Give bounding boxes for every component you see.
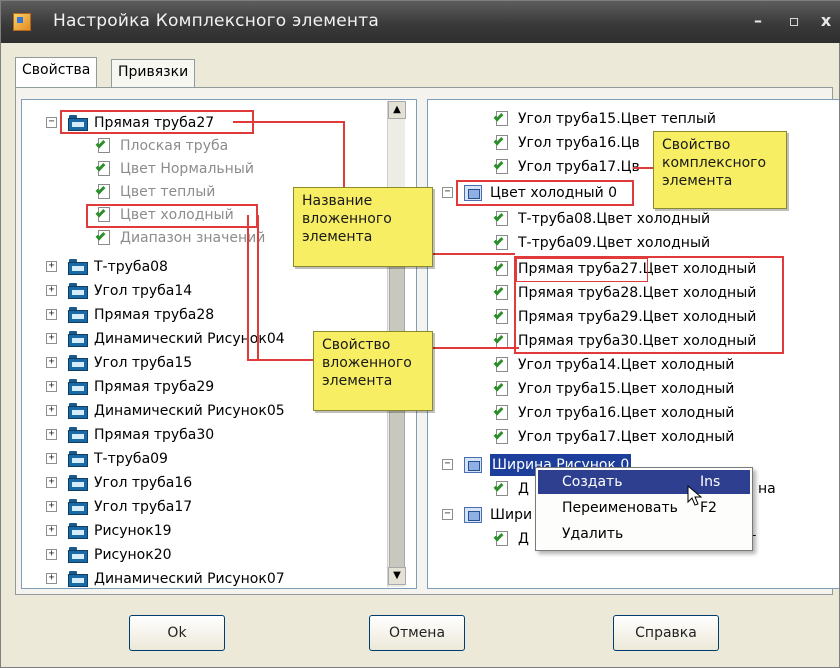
property-icon [493,285,510,301]
collapse-icon[interactable]: − [46,117,57,128]
property-icon [493,111,510,127]
callout-nested-property: Свойство вложенного элемента [313,331,433,411]
folder-icon [68,307,88,323]
scroll-thumb[interactable] [389,255,405,585]
folder-icon [68,451,88,467]
property-icon [493,309,510,325]
expand-icon[interactable]: + [46,357,57,368]
maximize-icon[interactable]: ▫ [781,9,807,33]
property-icon [493,481,510,497]
close-icon[interactable]: x [813,9,839,33]
property-icon [493,381,510,397]
connector-line [343,121,345,187]
connector-line [633,167,655,169]
menu-item-delete[interactable]: Удалить [538,522,750,546]
collapse-icon[interactable]: − [442,459,453,470]
property-icon [493,429,510,445]
group-icon [464,507,482,523]
property-icon [493,159,510,175]
expand-icon[interactable]: + [46,381,57,392]
callout-nested-name: Название вложенного элемента [293,187,433,267]
highlight-box [456,180,634,206]
property-icon [493,211,510,227]
expand-icon[interactable]: + [46,261,57,272]
property-icon [95,138,112,154]
help-button[interactable]: Справка [613,615,719,651]
tab-bindings[interactable]: Привязки [111,59,196,87]
connector-line [433,347,519,349]
ok-button[interactable]: Ok [129,615,225,651]
folder-icon [68,523,88,539]
property-icon [493,235,510,251]
highlight-box [86,204,258,228]
folder-icon [68,283,88,299]
minimize-icon[interactable]: – [745,9,771,33]
menu-item-create[interactable]: Создать Ins [538,470,750,494]
property-icon [95,184,112,200]
app-icon [13,13,31,31]
property-icon [493,405,510,421]
property-icon [493,357,510,373]
folder-icon [68,403,88,419]
expand-icon[interactable]: + [46,573,57,584]
highlight-box [516,258,648,282]
folder-icon [68,547,88,563]
context-menu: Создать Ins Переименовать F2 Удалить [535,467,753,551]
tab-properties[interactable]: Свойства [15,57,98,87]
scroll-down-icon[interactable]: ▼ [388,567,406,585]
expand-icon[interactable]: + [46,285,57,296]
expand-icon[interactable]: + [46,309,57,320]
folder-icon [68,499,88,515]
collapse-icon[interactable]: − [442,509,453,520]
group-icon [464,457,482,473]
folder-icon [68,475,88,491]
expand-icon[interactable]: + [46,501,57,512]
connector-line [247,359,313,361]
window-title: Настройка Комплексного элемента [53,11,379,31]
callout-complex-property: Свойство комплексного элемента [653,131,787,209]
title-bar[interactable]: Настройка Комплексного элемента – ▫ x [1,1,840,43]
property-icon [493,531,510,547]
menu-item-rename[interactable]: Переименовать F2 [538,496,750,520]
scroll-up-icon[interactable]: ▲ [388,101,406,119]
connector-line [257,215,259,359]
folder-icon [68,355,88,371]
settings-dialog: Настройка Комплексного элемента – ▫ x Св… [0,0,840,668]
folder-icon [68,331,88,347]
collapse-icon[interactable]: − [442,187,453,198]
expand-icon[interactable]: + [46,333,57,344]
expand-icon[interactable]: + [46,477,57,488]
folder-icon [68,427,88,443]
expand-icon[interactable]: + [46,429,57,440]
property-icon [493,135,510,151]
property-icon [95,230,112,246]
expand-icon[interactable]: + [46,549,57,560]
highlight-box [60,110,254,134]
property-icon [493,261,510,277]
folder-icon [68,379,88,395]
expand-icon[interactable]: + [46,405,57,416]
connector-line [247,215,249,361]
property-icon [95,161,112,177]
expand-icon[interactable]: + [46,525,57,536]
folder-icon [68,571,88,587]
cancel-button[interactable]: Отмена [369,615,465,651]
folder-icon [68,259,88,275]
connector-line [431,253,515,255]
connector-line [233,121,345,123]
expand-icon[interactable]: + [46,453,57,464]
